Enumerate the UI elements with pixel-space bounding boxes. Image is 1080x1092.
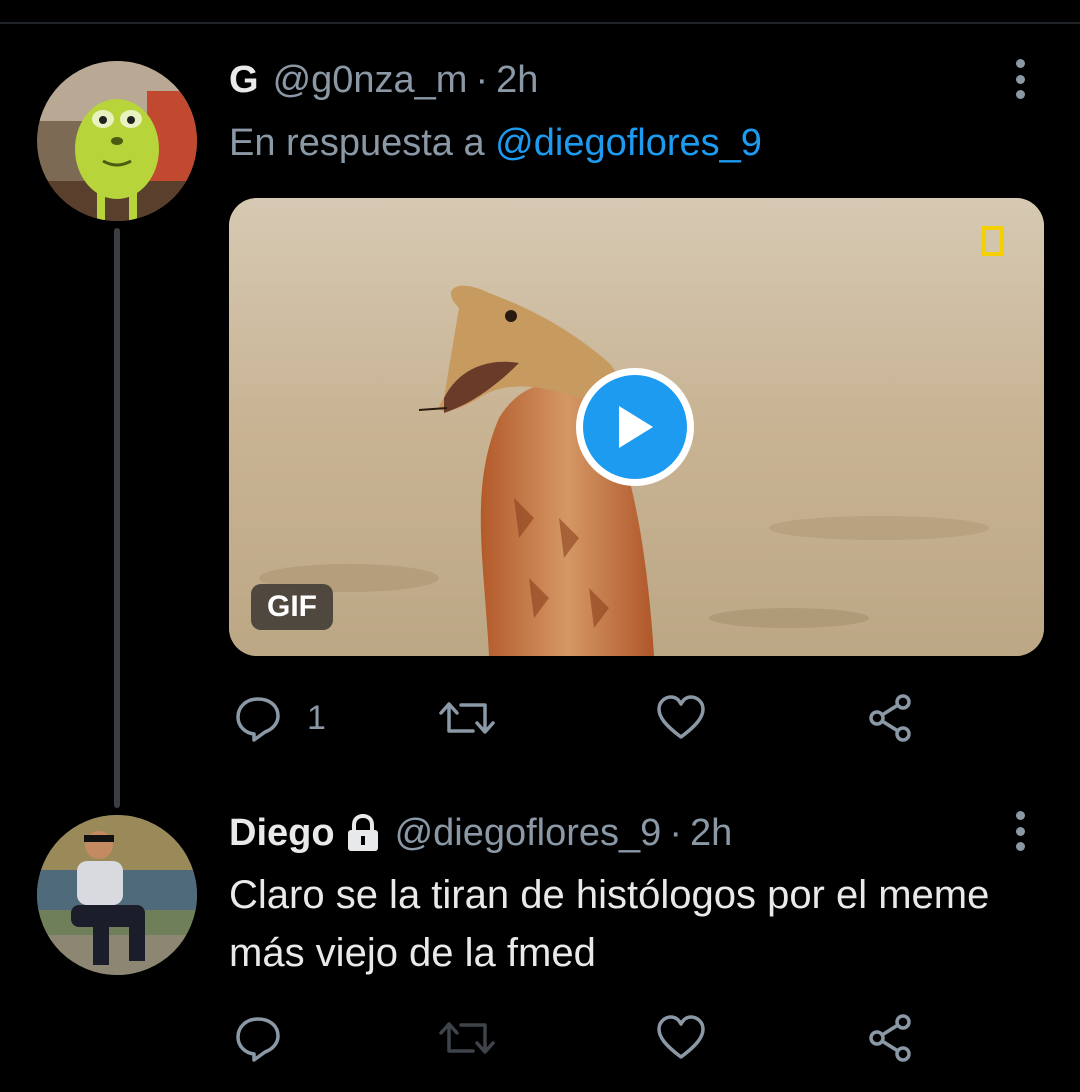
tweet1-like-button[interactable] <box>655 688 707 748</box>
national-geographic-logo <box>982 226 1004 256</box>
tweet1-display-name[interactable]: G <box>229 55 259 105</box>
tweet2-text: Claro se la tiran de histólogos por el m… <box>229 873 990 975</box>
tweet1-actions: 1 <box>229 688 989 748</box>
tweet2-handle[interactable]: @diegoflores_9 <box>395 808 662 858</box>
tweet1-separator: · <box>475 59 489 101</box>
tweet2-like-button[interactable] <box>655 1008 707 1068</box>
retweet-icon <box>439 702 495 734</box>
reply-to-handle-link[interactable]: @diegoflores_9 <box>495 122 762 164</box>
tweet2-display-name[interactable]: Diego <box>229 808 335 858</box>
tweet2-more-options-icon[interactable] <box>1000 809 1040 853</box>
tweet1-retweet-button[interactable] <box>437 688 497 748</box>
tweet2-timestamp[interactable]: 2h <box>690 808 732 858</box>
avatar-g0nza[interactable] <box>37 61 197 221</box>
tweet1-timestamp[interactable]: 2h <box>496 55 538 105</box>
reply-prefix: En respuesta a <box>229 122 485 164</box>
lock-icon <box>347 814 378 851</box>
heart-icon <box>657 1015 705 1059</box>
heart-icon <box>657 695 705 739</box>
share-icon <box>869 1014 911 1062</box>
top-divider <box>0 22 1080 24</box>
reply-context: En respuesta a @diegoflores_9 <box>229 118 762 168</box>
tweet1-share-button[interactable] <box>865 688 917 748</box>
tweet2-header: Diego @diegoflores_9 · 2h <box>229 808 732 858</box>
tweet2-actions <box>229 1008 989 1068</box>
avatar-diegoflores[interactable] <box>37 815 197 975</box>
tweet1-reply-count: 1 <box>307 698 326 737</box>
retweet-icon <box>439 1022 495 1054</box>
tweet2-separator: · <box>669 812 682 854</box>
tweet1-more-options-icon[interactable] <box>1000 57 1040 101</box>
play-icon <box>583 375 687 479</box>
gif-badge: GIF <box>251 584 333 630</box>
tweet2-share-button[interactable] <box>865 1008 917 1068</box>
gif-media[interactable]: GIF <box>229 198 1044 656</box>
tweet1-reply-button[interactable]: 1 <box>233 688 326 748</box>
play-button[interactable] <box>576 368 694 486</box>
tweet2-retweet-button[interactable] <box>437 1008 497 1068</box>
tweet2-reply-button[interactable] <box>233 1008 283 1068</box>
reply-icon <box>236 1017 280 1062</box>
reply-icon <box>236 697 280 742</box>
tweet1-handle[interactable]: @g0nza_m <box>273 55 468 105</box>
thread-connector-line <box>114 228 120 808</box>
tweet1-header: G @g0nza_m · 2h <box>229 55 538 105</box>
share-icon <box>869 694 911 742</box>
